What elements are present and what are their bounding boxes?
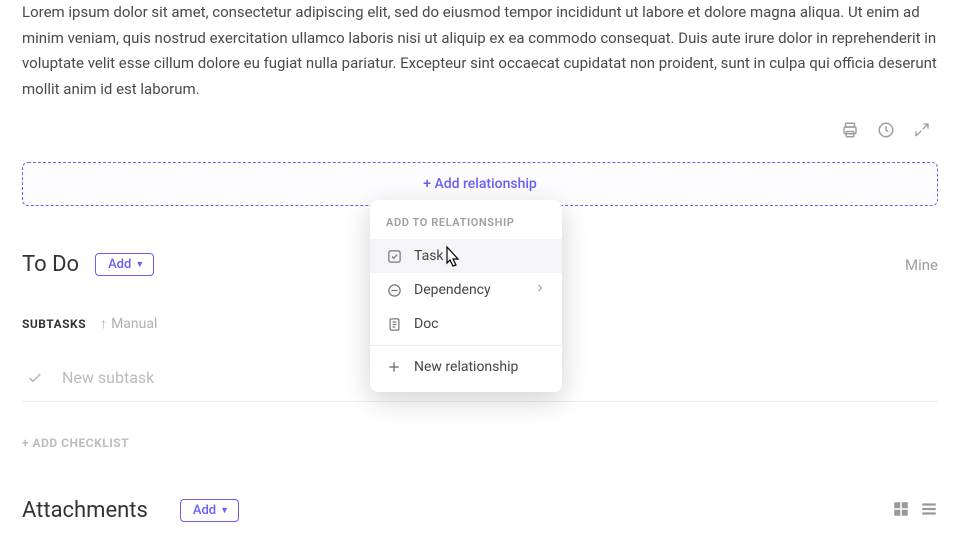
- history-icon[interactable]: [876, 120, 896, 140]
- todo-section-title: To Do: [22, 252, 79, 277]
- popup-item-new-relationship[interactable]: New relationship: [370, 350, 562, 384]
- attachments-section-title: Attachments: [22, 498, 148, 523]
- new-subtask-placeholder: New subtask: [62, 368, 154, 387]
- add-checklist-button[interactable]: + ADD CHECKLIST: [22, 436, 938, 450]
- popup-item-doc[interactable]: Doc: [370, 307, 562, 341]
- popup-item-label: Task: [414, 248, 444, 264]
- subtasks-label: SUBTASKS: [22, 317, 86, 331]
- relationship-popup: ADD TO RELATIONSHIP Task Dependency Doc …: [370, 200, 562, 392]
- mine-filter[interactable]: Mine: [905, 256, 938, 274]
- popup-item-label: New relationship: [414, 359, 518, 375]
- popup-item-task[interactable]: Task: [370, 239, 562, 273]
- attachments-add-button[interactable]: Add ▼: [180, 499, 239, 522]
- subtasks-sort[interactable]: ↑ Manual: [100, 315, 157, 332]
- popup-item-dependency[interactable]: Dependency: [370, 273, 562, 307]
- task-description[interactable]: Lorem ipsum dolor sit amet, consectetur …: [22, 0, 938, 102]
- doc-icon: [386, 316, 402, 332]
- sort-mode-label: Manual: [111, 316, 157, 332]
- print-icon[interactable]: [840, 120, 860, 140]
- task-icon: [386, 248, 402, 264]
- popup-item-label: Dependency: [414, 282, 491, 298]
- grid-view-icon[interactable]: [892, 500, 910, 522]
- list-view-icon[interactable]: [920, 500, 938, 522]
- add-button-label: Add: [108, 257, 131, 272]
- dependency-icon: [386, 282, 402, 298]
- caret-down-icon: ▼: [220, 505, 229, 516]
- add-button-label: Add: [193, 503, 216, 518]
- caret-down-icon: ▼: [135, 259, 144, 270]
- chevron-right-icon: [534, 282, 546, 298]
- todo-add-button[interactable]: Add ▼: [95, 253, 154, 276]
- plus-icon: [386, 359, 402, 375]
- check-icon: [26, 370, 44, 386]
- popup-item-label: Doc: [414, 316, 439, 332]
- sort-arrow-icon: ↑: [100, 315, 107, 332]
- expand-icon[interactable]: [912, 120, 932, 140]
- popup-divider: [370, 345, 562, 346]
- popup-header: ADD TO RELATIONSHIP: [370, 208, 562, 239]
